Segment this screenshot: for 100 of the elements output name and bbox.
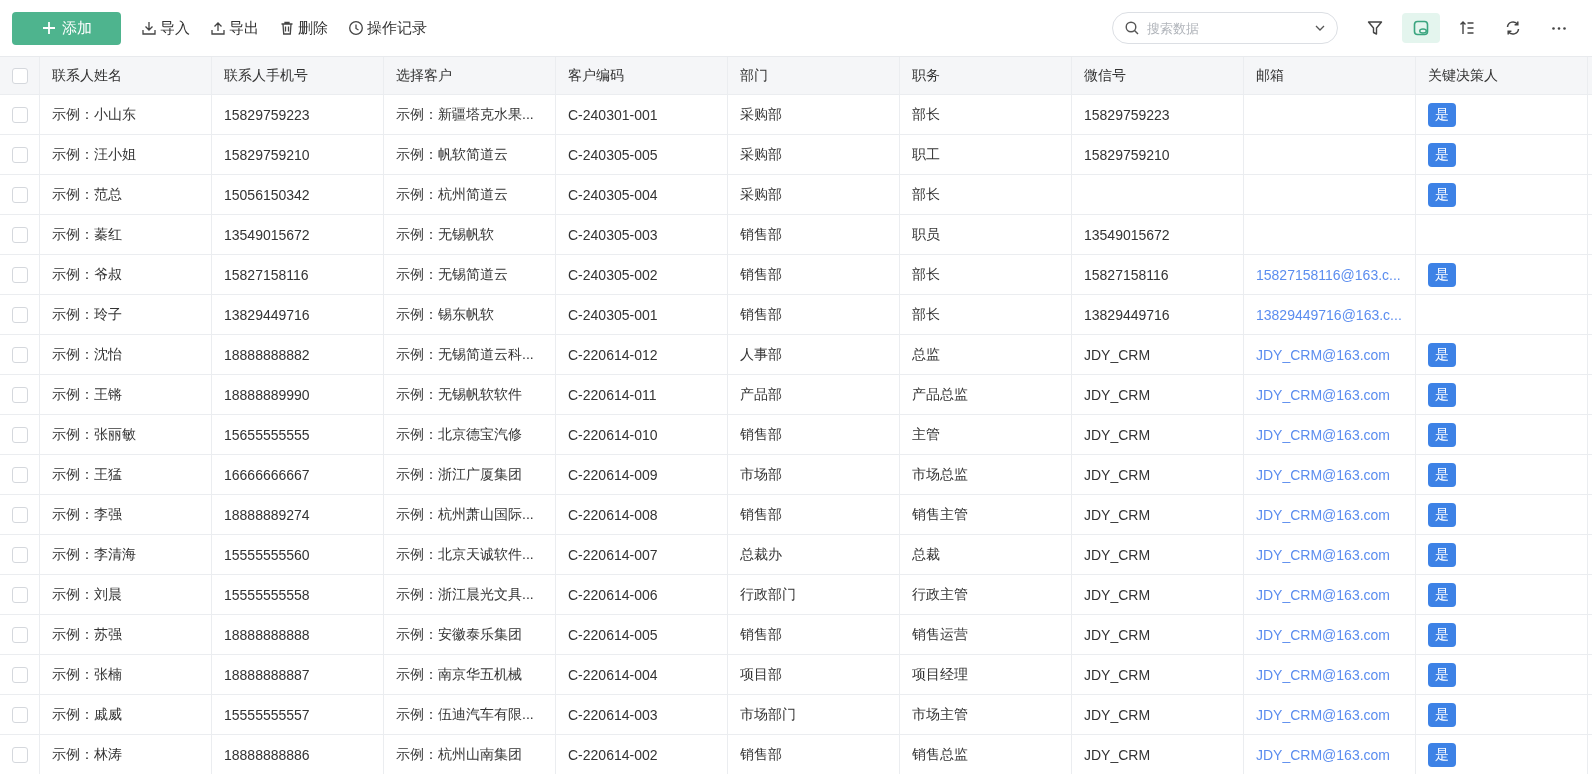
table-cell: JDY_CRM <box>1084 426 1151 443</box>
table-cell: 示例：伍迪汽车有限... <box>396 705 534 724</box>
email-link[interactable]: JDY_CRM@163.com <box>1256 546 1391 563</box>
table-cell: 15555555560 <box>224 546 310 563</box>
table-cell: 示例：汪小姐 <box>52 145 136 164</box>
table-cell: 示例：杭州萧山国际... <box>396 505 534 524</box>
column-header: 职务 <box>912 66 940 85</box>
table-cell: 18888888886 <box>224 746 310 763</box>
export-button[interactable]: 导出 <box>202 14 267 42</box>
row-checkbox[interactable] <box>11 346 28 363</box>
email-link[interactable]: JDY_CRM@163.com <box>1256 666 1391 683</box>
refresh-icon <box>1504 19 1522 37</box>
row-checkbox[interactable] <box>11 546 28 563</box>
column-header: 选择客户 <box>396 66 452 85</box>
table-cell: C-220614-009 <box>568 466 658 483</box>
table-cell: 示例：李强 <box>52 505 122 524</box>
row-checkbox[interactable] <box>11 466 28 483</box>
view-button[interactable] <box>1402 13 1440 43</box>
table-cell: 采购部 <box>740 145 782 164</box>
row-checkbox[interactable] <box>11 146 28 163</box>
row-checkbox[interactable] <box>11 746 28 763</box>
table-cell: C-220614-006 <box>568 586 658 603</box>
column-header: 部门 <box>740 66 768 85</box>
row-checkbox[interactable] <box>11 586 28 603</box>
email-link[interactable]: JDY_CRM@163.com <box>1256 466 1391 483</box>
table-cell: 销售运营 <box>912 625 968 644</box>
table-cell: 示例：锡东帆软 <box>396 305 494 324</box>
row-checkbox[interactable] <box>11 426 28 443</box>
more-icon <box>1552 26 1566 30</box>
table-cell: 示例：小山东 <box>52 105 136 124</box>
table-cell: C-220614-002 <box>568 746 658 763</box>
decision-tag: 是 <box>1428 422 1456 447</box>
table-cell: 18888888888 <box>224 626 310 643</box>
delete-button[interactable]: 删除 <box>271 14 336 42</box>
table-cell: 销售部 <box>740 425 782 444</box>
table-cell: 示例：蓁红 <box>52 225 122 244</box>
upload-icon <box>210 20 226 36</box>
email-link[interactable]: JDY_CRM@163.com <box>1256 706 1391 723</box>
table-cell: 产品部 <box>740 385 782 404</box>
email-link[interactable]: JDY_CRM@163.com <box>1256 506 1391 523</box>
row-checkbox[interactable] <box>11 666 28 683</box>
email-link[interactable]: JDY_CRM@163.com <box>1256 746 1391 763</box>
table-cell: 15829759223 <box>224 106 310 123</box>
history-button[interactable]: 操作记录 <box>340 14 435 42</box>
row-checkbox[interactable] <box>11 506 28 523</box>
table-cell: 示例：无锡简道云科... <box>396 345 534 364</box>
table-cell: 市场部 <box>740 465 782 484</box>
import-button[interactable]: 导入 <box>133 14 198 42</box>
table-cell: 13829449716 <box>224 306 310 323</box>
decision-tag: 是 <box>1428 582 1456 607</box>
table-cell: JDY_CRM <box>1084 706 1151 723</box>
table-cell: 市场总监 <box>912 465 968 484</box>
row-checkbox[interactable] <box>11 306 28 323</box>
table-cell: 销售部 <box>740 225 782 244</box>
table-cell: 销售主管 <box>912 505 968 524</box>
decision-tag: 是 <box>1428 502 1456 527</box>
table-cell: 部长 <box>912 265 940 284</box>
email-link[interactable]: JDY_CRM@163.com <box>1256 386 1391 403</box>
search-icon <box>1124 20 1140 36</box>
decision-tag: 是 <box>1428 262 1456 287</box>
table-cell: 行政主管 <box>912 585 968 604</box>
table-cell: 示例：玲子 <box>52 305 122 324</box>
table-cell: 15056150342 <box>224 186 310 203</box>
select-all-checkbox[interactable] <box>11 67 28 84</box>
table-cell: C-220614-007 <box>568 546 658 563</box>
decision-tag: 是 <box>1428 462 1456 487</box>
table-cell: C-240305-003 <box>568 226 658 243</box>
email-link[interactable]: JDY_CRM@163.com <box>1256 346 1391 363</box>
table-cell: C-240305-002 <box>568 266 658 283</box>
table-cell: C-220614-008 <box>568 506 658 523</box>
row-checkbox[interactable] <box>11 186 28 203</box>
trash-icon <box>279 20 295 36</box>
email-link[interactable]: 15827158116@163.c... <box>1256 266 1401 283</box>
table-cell: JDY_CRM <box>1084 626 1151 643</box>
email-link[interactable]: JDY_CRM@163.com <box>1256 586 1391 603</box>
table-cell: C-240305-001 <box>568 306 658 323</box>
email-link[interactable]: 13829449716@163.c... <box>1256 306 1402 323</box>
row-checkbox[interactable] <box>11 706 28 723</box>
row-checkbox[interactable] <box>11 626 28 643</box>
search-field[interactable]: 搜索数据 <box>1112 12 1338 44</box>
table-cell: 示例：李清海 <box>52 545 136 564</box>
decision-tag: 是 <box>1428 102 1456 127</box>
add-button[interactable]: 添加 <box>12 11 121 45</box>
row-checkbox[interactable] <box>11 106 28 123</box>
row-checkbox[interactable] <box>11 266 28 283</box>
table-cell: 销售部 <box>740 265 782 284</box>
table-cell: 采购部 <box>740 185 782 204</box>
table-cell: 部长 <box>912 105 940 124</box>
table-cell: 15827158116 <box>1084 266 1169 283</box>
table-cell: 销售部 <box>740 745 782 764</box>
table-cell: 示例：杭州简道云 <box>396 185 508 204</box>
row-checkbox[interactable] <box>11 386 28 403</box>
table-cell: C-220614-010 <box>568 426 658 443</box>
table-cell: 示例：杭州山南集团 <box>396 745 522 764</box>
row-checkbox[interactable] <box>11 226 28 243</box>
table-cell: 职员 <box>912 225 940 244</box>
email-link[interactable]: JDY_CRM@163.com <box>1256 626 1391 643</box>
clock-icon <box>348 20 364 36</box>
email-link[interactable]: JDY_CRM@163.com <box>1256 426 1391 443</box>
table-cell: C-240301-001 <box>568 106 658 123</box>
